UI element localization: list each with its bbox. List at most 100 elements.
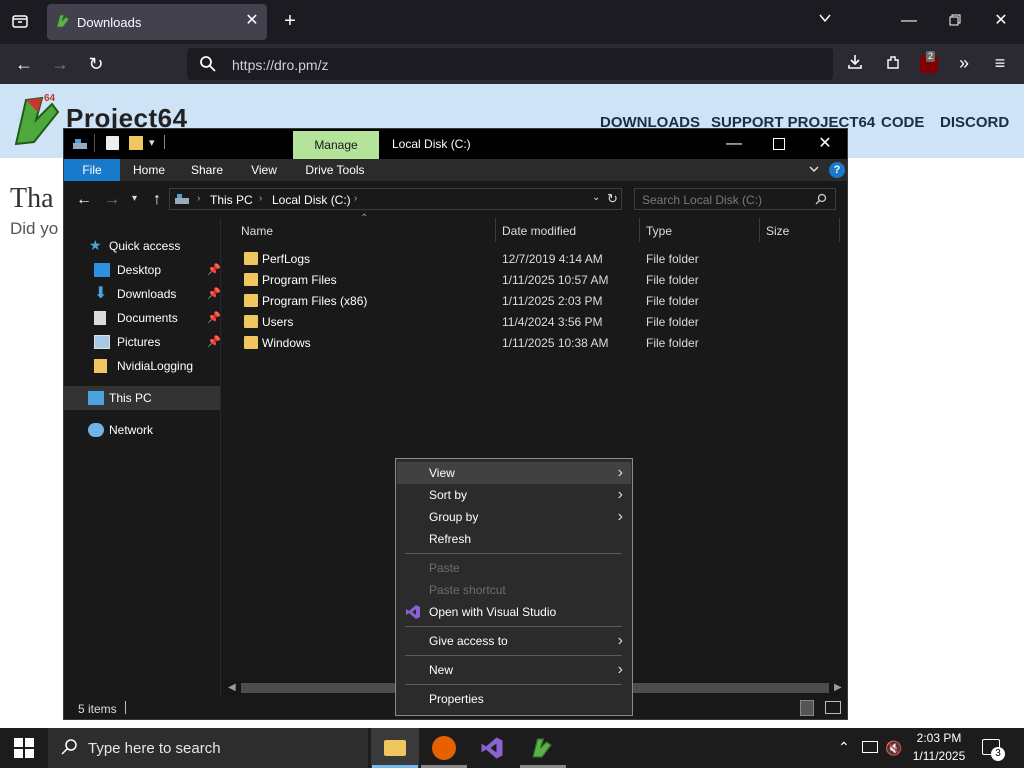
help-icon[interactable]: ? bbox=[829, 162, 845, 178]
column-header-date[interactable]: Date modified bbox=[502, 222, 576, 240]
menu-item-sort-by[interactable]: Sort by › bbox=[397, 484, 631, 506]
volume-muted-icon[interactable]: 🔇 bbox=[885, 740, 902, 757]
recent-locations-icon[interactable]: ▾ bbox=[132, 193, 137, 204]
menu-separator bbox=[405, 684, 622, 685]
up-folder-icon[interactable]: ↑ bbox=[145, 190, 169, 210]
project64-taskbar-icon[interactable] bbox=[530, 736, 554, 763]
pin-icon[interactable]: 📌 bbox=[207, 306, 221, 330]
back-icon[interactable]: ← bbox=[12, 54, 36, 74]
column-separator[interactable] bbox=[639, 218, 640, 242]
nav-pictures[interactable]: Pictures 📌 bbox=[64, 330, 221, 354]
file-row-users[interactable]: Users 11/4/2024 3:56 PM File folder bbox=[221, 312, 847, 333]
explorer-maximize-icon[interactable] bbox=[773, 138, 785, 150]
file-row-perflogs[interactable]: PerfLogs 12/7/2019 4:14 AM File folder bbox=[221, 249, 847, 270]
explorer-back-icon[interactable]: ← bbox=[72, 190, 96, 210]
file-date: 11/4/2024 3:56 PM bbox=[502, 315, 603, 329]
nav-nvidialogging[interactable]: NvidiaLogging bbox=[64, 354, 220, 378]
explorer-close-icon[interactable]: ✕ bbox=[813, 134, 837, 154]
menu-item-give-access[interactable]: Give access to › bbox=[397, 630, 631, 652]
close-window-icon[interactable]: ✕ bbox=[989, 11, 1013, 31]
downloads-icon[interactable] bbox=[843, 54, 867, 74]
pin-icon[interactable]: 📌 bbox=[207, 258, 221, 282]
breadcrumb-chevron-icon[interactable]: › bbox=[354, 193, 357, 204]
menu-item-view[interactable]: View › bbox=[397, 462, 631, 484]
nav-quick-access[interactable]: ★ Quick access bbox=[64, 234, 220, 258]
nav-downloads[interactable]: ⬇ Downloads 📌 bbox=[64, 282, 221, 306]
explorer-forward-icon[interactable]: → bbox=[100, 190, 124, 210]
windows-start-icon[interactable] bbox=[14, 738, 34, 761]
menu-item-new[interactable]: New › bbox=[397, 659, 631, 681]
nav-network[interactable]: Network bbox=[64, 418, 220, 442]
column-header-type[interactable]: Type bbox=[646, 222, 672, 240]
column-header-size[interactable]: Size bbox=[766, 222, 789, 240]
file-date: 1/11/2025 10:38 AM bbox=[502, 336, 609, 350]
column-separator[interactable] bbox=[495, 218, 496, 242]
file-row-program-files-x86[interactable]: Program Files (x86) 1/11/2025 2:03 PM Fi… bbox=[221, 291, 847, 312]
tab-list-icon[interactable] bbox=[8, 12, 32, 32]
refresh-icon[interactable]: ↻ bbox=[607, 191, 618, 207]
column-separator[interactable] bbox=[759, 218, 760, 242]
nav-desktop[interactable]: Desktop 📌 bbox=[64, 258, 221, 282]
ribbon-tab-view[interactable]: View bbox=[239, 159, 289, 181]
breadcrumb-local-disk[interactable]: Local Disk (C:) bbox=[272, 193, 351, 207]
breadcrumb-this-pc[interactable]: This PC bbox=[210, 193, 253, 207]
ribbon-tab-home[interactable]: Home bbox=[124, 159, 174, 181]
extensions-icon[interactable] bbox=[881, 54, 905, 74]
pin-icon[interactable]: 📌 bbox=[207, 330, 221, 354]
menu-item-group-by[interactable]: Group by › bbox=[397, 506, 631, 528]
nav-discord[interactable]: DISCORD bbox=[940, 114, 1009, 131]
reload-icon[interactable]: ↻ bbox=[84, 54, 108, 74]
close-tab-icon[interactable]: ✕ bbox=[240, 11, 264, 31]
ribbon-tab-drive-tools[interactable]: Drive Tools bbox=[298, 159, 372, 181]
minimize-icon[interactable]: — bbox=[897, 11, 921, 31]
menu-item-paste-shortcut[interactable]: Paste shortcut bbox=[397, 579, 631, 601]
new-tab-icon[interactable]: + bbox=[278, 11, 302, 31]
large-icons-view-icon[interactable] bbox=[825, 701, 841, 714]
visual-studio-taskbar-icon[interactable] bbox=[480, 736, 504, 763]
submenu-arrow-icon: › bbox=[617, 661, 623, 678]
new-folder-qat-icon[interactable] bbox=[129, 136, 143, 150]
breadcrumb-chevron-icon[interactable]: › bbox=[197, 193, 200, 204]
list-all-tabs-icon[interactable] bbox=[813, 11, 837, 31]
menu-item-open-visual-studio[interactable]: Open with Visual Studio bbox=[397, 601, 631, 623]
explorer-search-icon[interactable] bbox=[815, 193, 827, 208]
nav-code[interactable]: CODE bbox=[881, 114, 924, 131]
address-dropdown-icon[interactable]: ⌄ bbox=[592, 192, 600, 203]
column-separator[interactable] bbox=[839, 218, 840, 242]
scroll-left-icon[interactable]: ◀ bbox=[228, 682, 236, 693]
overflow-menu-icon[interactable]: » bbox=[952, 53, 976, 73]
nav-documents[interactable]: Documents 📌 bbox=[64, 306, 221, 330]
clock-time[interactable]: 2:03 PM bbox=[913, 731, 965, 745]
breadcrumb-chevron-icon[interactable]: › bbox=[259, 193, 262, 204]
pin-icon[interactable]: 📌 bbox=[207, 282, 221, 306]
file-row-program-files[interactable]: Program Files 1/11/2025 10:57 AM File fo… bbox=[221, 270, 847, 291]
file-row-windows[interactable]: Windows 1/11/2025 10:38 AM File folder bbox=[221, 333, 847, 354]
clock-date[interactable]: 1/11/2025 bbox=[909, 749, 969, 763]
pictures-icon bbox=[94, 335, 110, 349]
hamburger-menu-icon[interactable]: ≡ bbox=[988, 53, 1012, 73]
this-pc-icon bbox=[88, 391, 104, 405]
nav-label: Network bbox=[109, 423, 154, 437]
menu-item-refresh[interactable]: Refresh bbox=[397, 528, 631, 550]
customize-qat-icon[interactable]: ▾ bbox=[149, 136, 155, 149]
manage-tab[interactable]: Manage bbox=[293, 131, 379, 159]
properties-qat-icon[interactable] bbox=[106, 136, 119, 150]
ribbon-tab-share[interactable]: Share bbox=[182, 159, 232, 181]
file-type: File folder bbox=[646, 252, 699, 266]
explorer-minimize-icon[interactable]: — bbox=[722, 134, 746, 154]
column-header-name[interactable]: Name bbox=[241, 222, 273, 240]
menu-item-properties[interactable]: Properties bbox=[397, 688, 631, 710]
submenu-arrow-icon: › bbox=[617, 486, 623, 503]
details-view-icon[interactable] bbox=[800, 700, 814, 716]
nav-this-pc[interactable]: This PC bbox=[64, 386, 220, 410]
restore-icon[interactable] bbox=[943, 12, 967, 32]
forward-icon[interactable]: → bbox=[48, 54, 72, 74]
menu-item-paste[interactable]: Paste bbox=[397, 557, 631, 579]
firefox-icon[interactable] bbox=[432, 736, 456, 760]
expand-ribbon-icon[interactable] bbox=[808, 163, 820, 178]
network-status-icon[interactable] bbox=[862, 741, 878, 753]
file-name: Program Files bbox=[262, 273, 337, 287]
ribbon-tab-file[interactable]: File bbox=[64, 159, 120, 181]
show-hidden-icons-icon[interactable]: ⌃ bbox=[838, 739, 850, 756]
scroll-right-icon[interactable]: ▶ bbox=[834, 682, 842, 693]
